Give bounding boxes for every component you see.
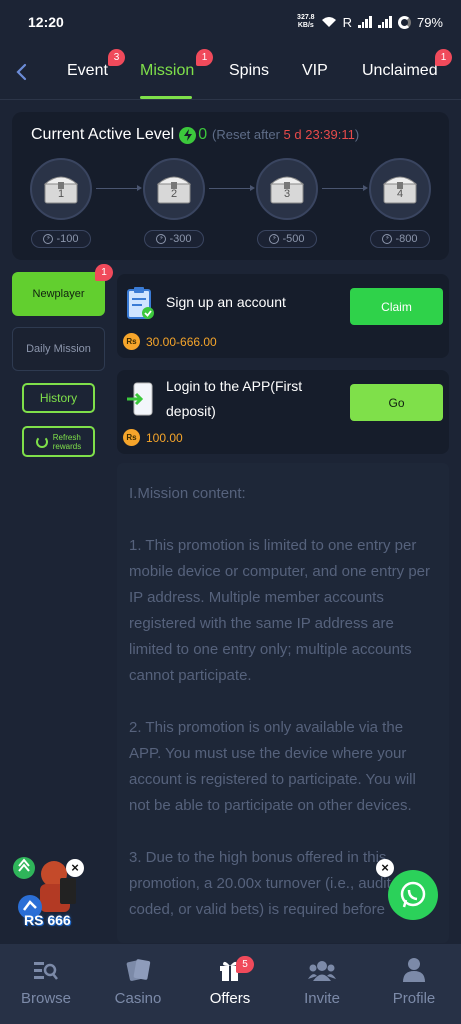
chest-level-4[interactable]: 4 <box>369 158 431 220</box>
chest-level-2[interactable]: 2 <box>143 158 205 220</box>
nav-casino[interactable]: Casino <box>92 956 184 1007</box>
promo-close-icon[interactable]: × <box>66 859 84 877</box>
bolt-icon <box>179 126 197 144</box>
mission-content-panel: I.Mission content: 1. This promotion is … <box>117 463 449 943</box>
tab-mission-badge: 1 <box>196 49 213 66</box>
mission-title: Sign up an account <box>166 294 286 310</box>
newplayer-badge: 1 <box>95 264 113 281</box>
rupee-coin-icon: Rs <box>123 429 140 446</box>
net-speed: 327.8 KB/s <box>297 14 315 29</box>
content-paragraph: 1. This promotion is limited to one entr… <box>129 537 431 684</box>
mission-title: Login to the APP(First deposit) <box>166 378 303 419</box>
chest-arrow <box>322 185 368 191</box>
status-time: 12:20 <box>28 14 64 30</box>
mission-reward: Rs 30.00-666.00 <box>123 333 217 350</box>
status-bar: 12:20 327.8 KB/s R 79% <box>0 0 461 44</box>
chest-reward-4: ⚡ -800 <box>370 230 430 248</box>
signal-icon <box>357 16 372 28</box>
roaming-indicator: R <box>342 14 352 30</box>
history-button[interactable]: History <box>22 383 95 413</box>
battery-level: 79% <box>416 14 443 30</box>
refresh-icon <box>35 435 48 448</box>
clipboard-check-icon <box>127 287 154 319</box>
back-arrow-icon[interactable] <box>10 60 34 84</box>
content-paragraph: 2. This promotion is only available via … <box>129 719 416 814</box>
offers-badge: 5 <box>236 956 254 973</box>
chest-reward-2: ⚡ -300 <box>144 230 204 248</box>
side-item-newplayer[interactable]: Newplayer <box>12 272 105 316</box>
browse-icon <box>0 956 92 982</box>
chest-reward-3: ⚡ -500 <box>257 230 317 248</box>
promo-label: RS 666 <box>24 912 71 928</box>
tab-vip[interactable]: VIP <box>302 62 328 80</box>
level-title: Current Active Level 0 <box>31 126 208 144</box>
battery-icon <box>397 15 411 29</box>
casino-icon <box>92 956 184 982</box>
tab-spins[interactable]: Spins <box>229 62 269 80</box>
refresh-label: Refresh rewards <box>52 432 82 451</box>
tab-active-indicator <box>140 96 192 99</box>
bottom-nav: Browse Casino Offers 5 Invite Profile <box>0 944 461 1024</box>
claim-button[interactable]: Claim <box>350 288 443 325</box>
nav-offers[interactable]: Offers 5 <box>184 956 276 1007</box>
status-icons: 327.8 KB/s R 79% <box>297 14 443 30</box>
gift-icon <box>184 956 276 982</box>
tab-mission[interactable]: Mission <box>140 62 194 80</box>
chest-level-1[interactable]: 1 <box>30 158 92 220</box>
chest-reward-1: ⚡ -100 <box>31 230 91 248</box>
bolt-icon: ⚡ <box>43 234 54 244</box>
profile-icon <box>368 956 460 982</box>
chest-arrow <box>209 185 255 191</box>
nav-invite[interactable]: Invite <box>276 956 368 1007</box>
content-heading: I.Mission content: <box>129 485 246 502</box>
reset-countdown: (Reset after 5 d 23:39:11) <box>212 127 360 142</box>
tab-bar: Event 3 Mission 1 Spins VIP Unclaimed 1 <box>0 44 461 100</box>
go-button[interactable]: Go <box>350 384 443 421</box>
rupee-coin-icon: Rs <box>123 333 140 350</box>
bolt-icon: ⚡ <box>156 234 167 244</box>
active-level-card: Current Active Level 0 (Reset after 5 d … <box>12 112 449 260</box>
signal-icon-2 <box>377 16 392 28</box>
side-item-daily-mission[interactable]: Daily Mission <box>12 327 105 371</box>
bolt-icon: ⚡ <box>269 234 280 244</box>
mission-login-app: Login to the APP(First deposit) Go Rs 10… <box>117 370 449 454</box>
tab-unclaimed[interactable]: Unclaimed <box>362 62 438 80</box>
mission-reward: Rs 100.00 <box>123 429 183 446</box>
tab-unclaimed-badge: 1 <box>435 49 452 66</box>
phone-login-icon <box>127 382 153 416</box>
wifi-icon <box>321 17 336 27</box>
chest-arrow <box>96 185 142 191</box>
refresh-rewards-button[interactable]: Refresh rewards <box>22 426 95 457</box>
invite-icon <box>276 956 368 982</box>
mission-signup: Sign up an account Claim Rs 30.00-666.00 <box>117 274 449 358</box>
bolt-icon: ⚡ <box>382 234 393 244</box>
whatsapp-close-icon[interactable]: × <box>376 859 394 877</box>
tab-event[interactable]: Event <box>67 62 108 80</box>
whatsapp-button[interactable] <box>388 870 438 920</box>
level-count: 0 <box>198 126 208 143</box>
whatsapp-icon <box>400 881 426 908</box>
tab-event-badge: 3 <box>108 49 125 66</box>
nav-profile[interactable]: Profile <box>368 956 460 1007</box>
nav-browse[interactable]: Browse <box>0 956 92 1007</box>
chest-level-3[interactable]: 3 <box>256 158 318 220</box>
